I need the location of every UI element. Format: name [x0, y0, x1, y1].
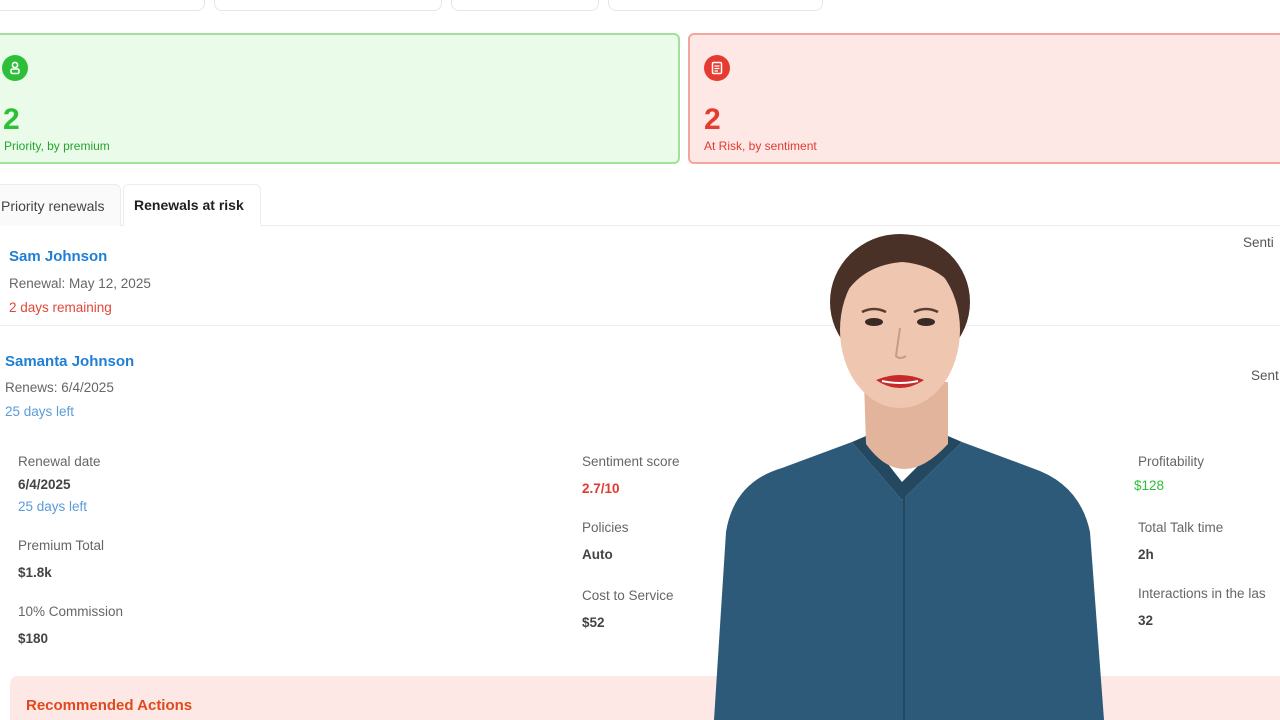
sentiment-label: Senti: [1243, 235, 1274, 250]
customer-name[interactable]: Sam Johnson: [9, 248, 107, 265]
profitability-label: Profitability: [1138, 454, 1205, 469]
commission-label: 10% Commission: [18, 604, 124, 619]
premium-total-label: Premium Total: [18, 538, 105, 553]
priority-count: 2: [3, 103, 20, 136]
renewal-date-label: Renewal date: [18, 454, 101, 469]
recommended-actions-title: Recommended Actions: [26, 697, 193, 714]
commission-value: $180: [18, 631, 49, 646]
renewal-tabs: Priority renewals Renewals at risk: [0, 184, 1280, 226]
tab-priority-renewals[interactable]: Priority renewals: [0, 184, 121, 226]
person-icon: [2, 55, 28, 81]
days-remaining: 2 days remaining: [9, 300, 112, 315]
at-risk-label: At Risk, by sentiment: [704, 139, 817, 153]
tab-renewals-at-risk[interactable]: Renewals at risk: [123, 184, 261, 226]
customer-name[interactable]: Samanta Johnson: [5, 353, 134, 370]
renewal-days-left: 25 days left: [18, 499, 88, 514]
renewal-date: Renewal: May 12, 2025: [9, 276, 151, 291]
total-talk-time-value: 2h: [1138, 547, 1154, 562]
renewal-date: Renews: 6/4/2025: [5, 380, 114, 395]
at-risk-count: 2: [704, 103, 721, 136]
policies-label: Policies: [582, 520, 629, 535]
filter-chip[interactable]: [608, 0, 823, 11]
filter-chip[interactable]: [214, 0, 442, 11]
document-icon: [704, 55, 730, 81]
sentiment-label: Sent: [1251, 368, 1279, 383]
priority-label: Priority, by premium: [4, 139, 110, 153]
presenter-avatar: [712, 232, 1104, 720]
interactions-value: 32: [1138, 613, 1154, 628]
policies-value: Auto: [582, 547, 613, 562]
filter-bar: [0, 0, 1280, 12]
days-remaining: 25 days left: [5, 404, 75, 419]
sentiment-score-label: Sentiment score: [582, 454, 680, 469]
sentiment-score-value: 2.7/10: [582, 481, 620, 496]
at-risk-summary-card[interactable]: 2 At Risk, by sentiment: [688, 33, 1280, 164]
filter-chip[interactable]: [451, 0, 599, 11]
cost-to-service-label: Cost to Service: [582, 588, 674, 603]
cost-to-service-value: $52: [582, 615, 605, 630]
priority-summary-card[interactable]: 2 Priority, by premium: [0, 33, 680, 164]
total-talk-time-label: Total Talk time: [1138, 520, 1224, 535]
profitability-value: $128: [1134, 478, 1165, 493]
renewal-date-value: 6/4/2025: [18, 477, 71, 492]
premium-total-value: $1.8k: [18, 565, 52, 580]
filter-chip[interactable]: [0, 0, 205, 11]
interactions-label: Interactions in the las: [1138, 586, 1266, 601]
